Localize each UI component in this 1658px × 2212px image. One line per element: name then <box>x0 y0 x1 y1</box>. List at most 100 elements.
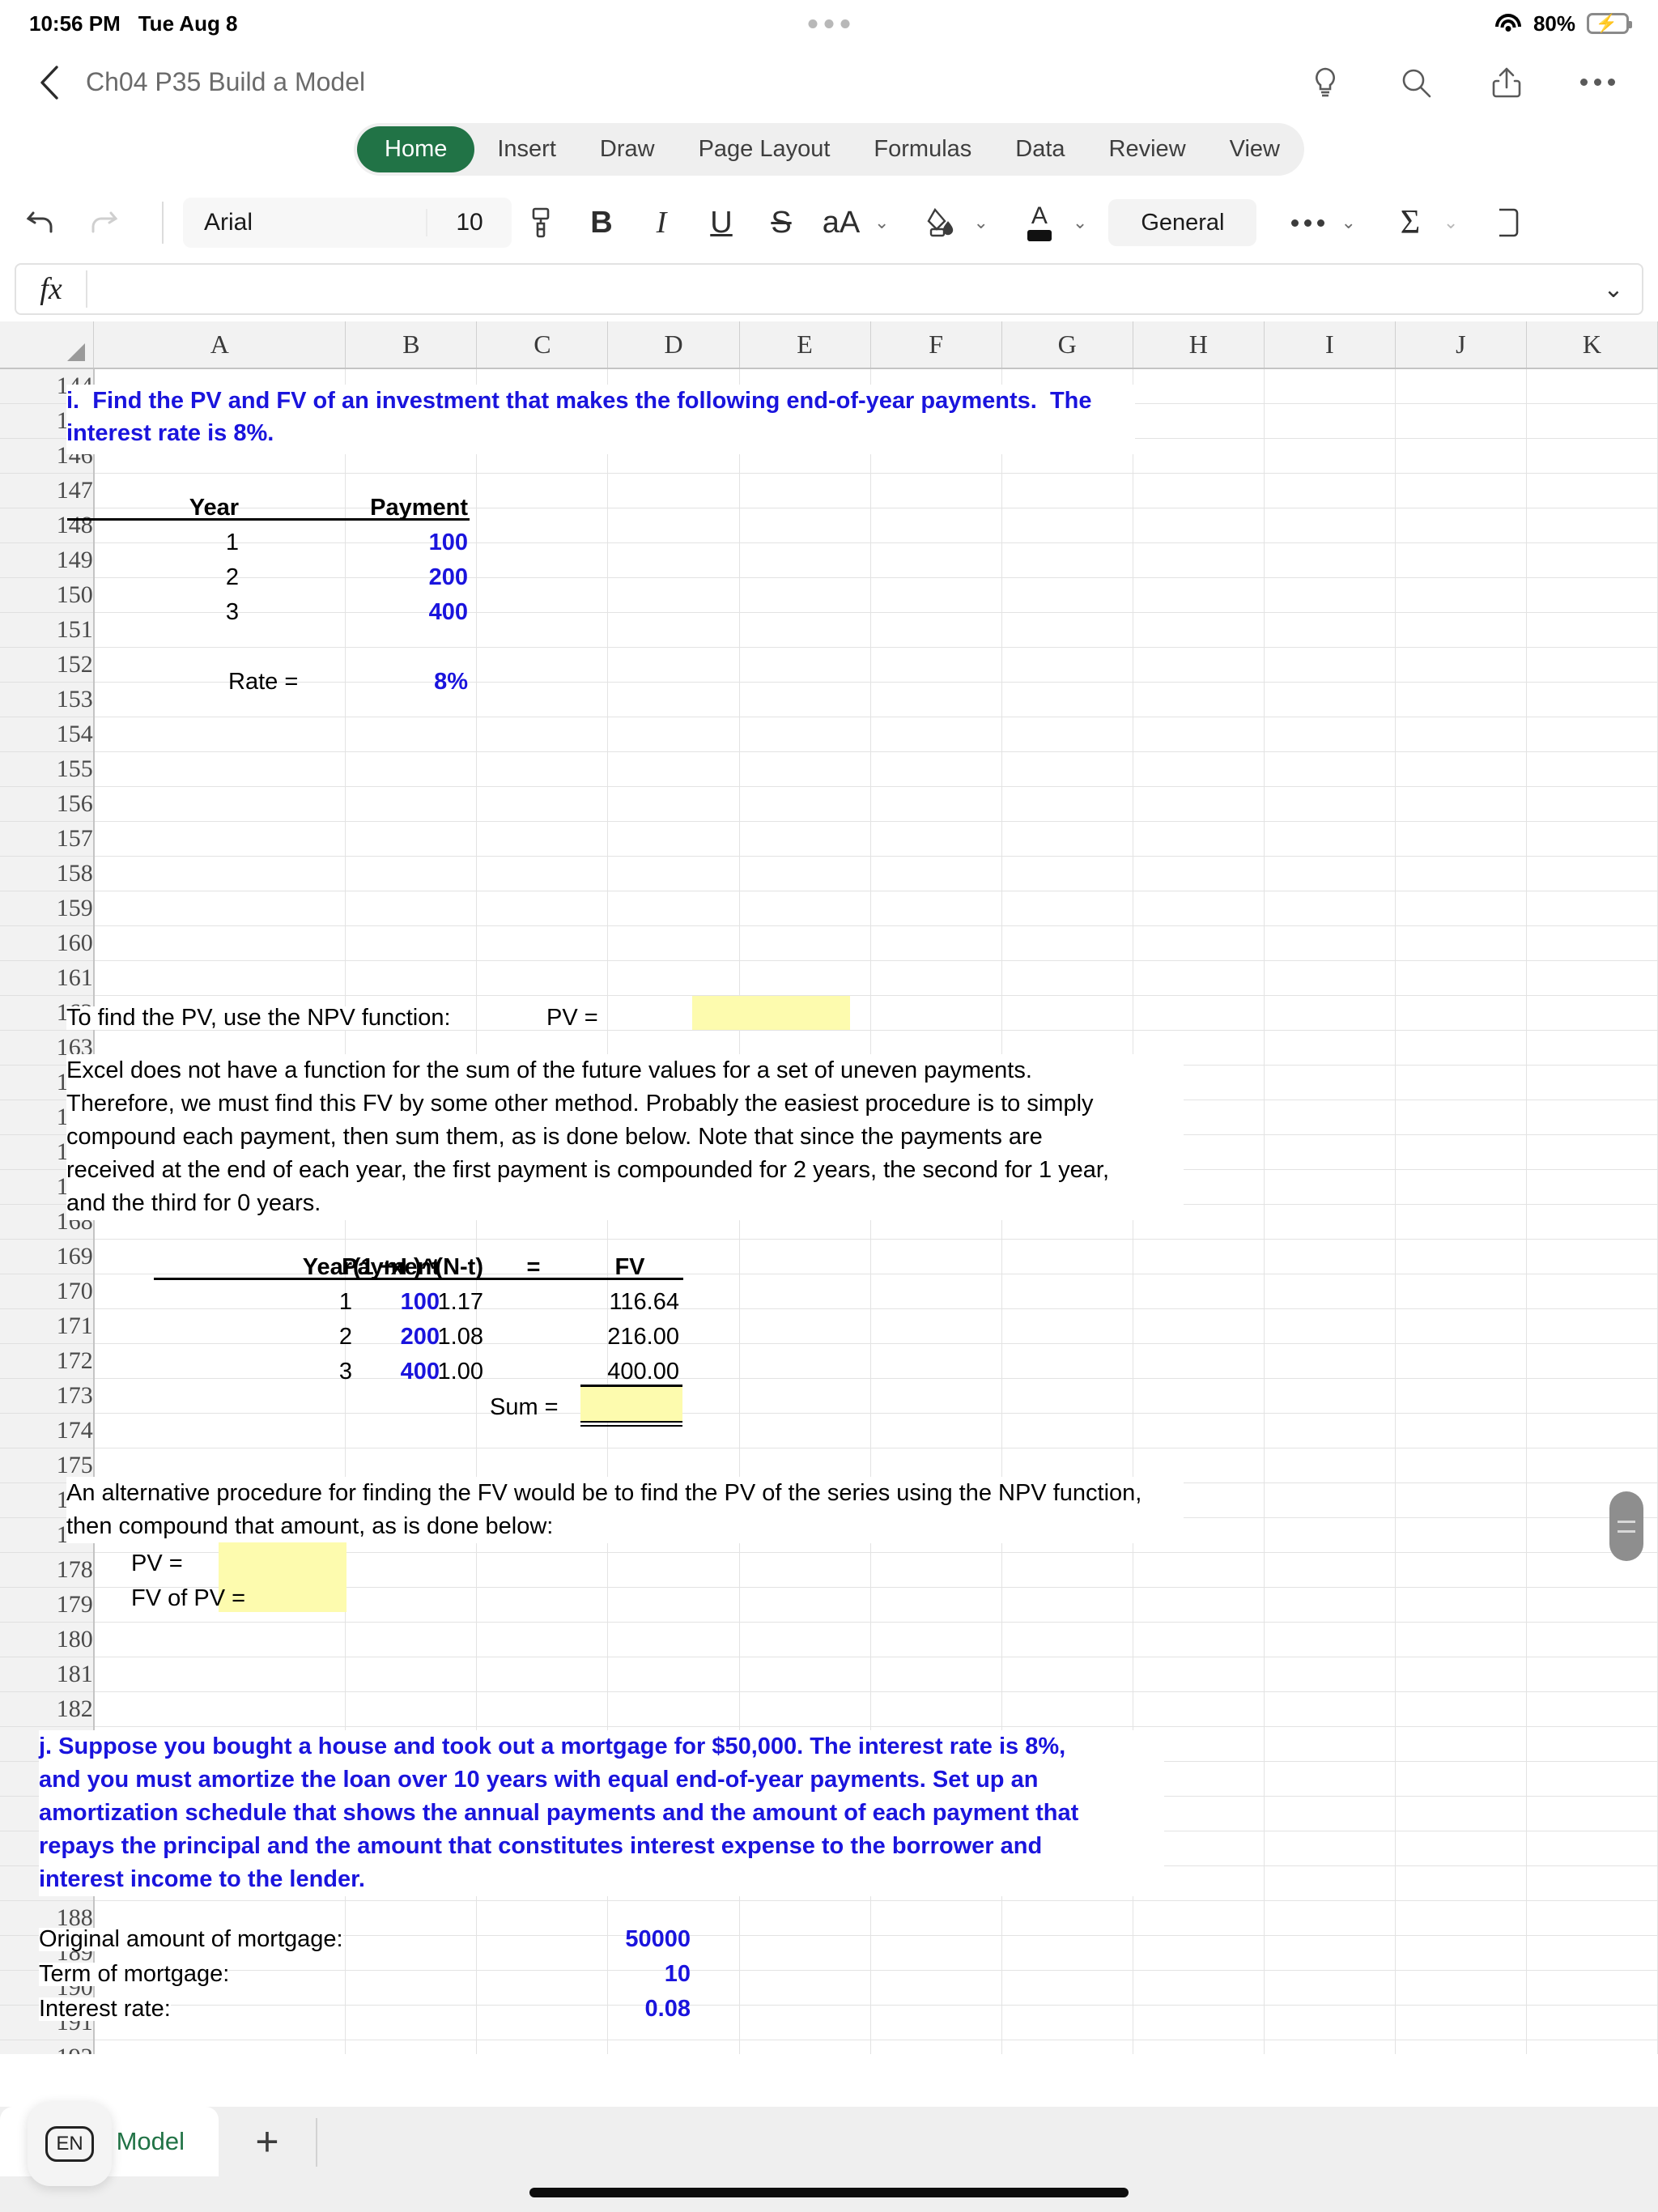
sheet-cell[interactable] <box>345 1691 478 1727</box>
sheet-cell[interactable] <box>1526 1726 1658 1762</box>
sheet-cell[interactable] <box>1526 1343 1658 1379</box>
more-formats-button[interactable]: ⌄ <box>1278 212 1356 233</box>
tab-view[interactable]: View <box>1209 126 1301 172</box>
select-all-corner[interactable] <box>0 321 95 369</box>
sheet-cell[interactable] <box>607 1622 740 1657</box>
strikethrough-button[interactable]: S <box>751 206 811 240</box>
sheet-cell[interactable] <box>1395 1865 1527 1901</box>
sheet-cell[interactable] <box>1526 473 1658 508</box>
sheet-cell[interactable] <box>1264 1065 1396 1100</box>
sheet-cell[interactable] <box>870 1413 1002 1448</box>
sheet-cell[interactable] <box>1133 1935 1265 1971</box>
sheet-cell[interactable] <box>1264 717 1396 752</box>
sheet-cell[interactable] <box>1395 1831 1527 1866</box>
sheet-cell[interactable] <box>1133 1552 1265 1588</box>
col-header-B[interactable]: B <box>345 321 478 369</box>
sheet-cell[interactable] <box>1001 891 1133 926</box>
sheet-cell[interactable] <box>739 1935 871 1971</box>
sheet-cell[interactable] <box>1001 1587 1133 1623</box>
sheet-cell[interactable] <box>1264 647 1396 683</box>
sheet-cell[interactable] <box>870 1552 1002 1588</box>
sheet-cell[interactable] <box>1001 1552 1133 1588</box>
sheet-cell[interactable] <box>1526 995 1658 1031</box>
row-header[interactable]: 161 <box>0 960 95 996</box>
undo-icon[interactable] <box>23 205 58 240</box>
sheet-cell[interactable] <box>1526 647 1658 683</box>
sheet-cell[interactable] <box>870 1691 1002 1727</box>
sheet-cell[interactable] <box>739 1308 871 1344</box>
sheet-cell[interactable] <box>607 1552 740 1588</box>
sheet-cell[interactable] <box>1264 856 1396 891</box>
sheet-cell[interactable] <box>345 2040 478 2054</box>
sheet-cell[interactable] <box>1395 1274 1527 1309</box>
sheet-cell[interactable] <box>607 960 740 996</box>
sheet-cell[interactable] <box>476 960 609 996</box>
sheet-cell[interactable] <box>1264 473 1396 508</box>
sheet-cell[interactable] <box>1264 1761 1396 1797</box>
sheet-cell[interactable] <box>1264 1517 1396 1553</box>
sheet-cell[interactable] <box>1264 1239 1396 1274</box>
search-icon[interactable] <box>1394 61 1438 104</box>
sheet-cell[interactable] <box>1133 786 1265 822</box>
col-header-K[interactable]: K <box>1526 321 1658 369</box>
row-header[interactable]: 173 <box>0 1378 95 1414</box>
sheet-cell[interactable] <box>476 925 609 961</box>
sheet-cell[interactable] <box>1133 821 1265 857</box>
sheet-cell[interactable] <box>1526 1169 1658 1205</box>
formula-bar[interactable]: fx ⌄ <box>15 263 1643 315</box>
sheet-cell[interactable] <box>1133 2040 1265 2054</box>
pv-input-cell-155[interactable] <box>692 996 850 1030</box>
sheet-cell[interactable] <box>870 1239 1002 1274</box>
sheet-cell[interactable] <box>1526 1587 1658 1623</box>
row-header[interactable]: 152 <box>0 647 95 683</box>
sheet-cell[interactable] <box>607 473 740 508</box>
sheet-cell[interactable] <box>739 682 871 717</box>
sheet-cell[interactable] <box>1395 1413 1527 1448</box>
sheet-cell[interactable] <box>739 1552 871 1588</box>
sheet-cell[interactable] <box>93 891 346 926</box>
sheet-cell[interactable] <box>93 786 346 822</box>
sheet-cell[interactable] <box>739 1622 871 1657</box>
sheet-cell[interactable] <box>1264 1482 1396 1518</box>
col-header-G[interactable]: G <box>1001 321 1133 369</box>
sheet-cell[interactable] <box>1264 542 1396 578</box>
sheet-cell[interactable] <box>1395 403 1527 439</box>
sheet-cell[interactable] <box>1133 438 1265 474</box>
sheet-cell[interactable] <box>1001 542 1133 578</box>
sheet-cell[interactable] <box>607 925 740 961</box>
sheet-cell[interactable] <box>870 2005 1002 2040</box>
sheet-cell[interactable] <box>870 891 1002 926</box>
row-header[interactable]: 156 <box>0 786 95 822</box>
sheet-cell[interactable] <box>1133 368 1265 404</box>
sheet-cell[interactable] <box>1264 1100 1396 1135</box>
sheet-cell[interactable] <box>739 960 871 996</box>
sheet-cell[interactable] <box>476 821 609 857</box>
sheet-cell[interactable] <box>1526 368 1658 404</box>
sheet-cell[interactable] <box>1133 856 1265 891</box>
sheet-cell[interactable] <box>1133 682 1265 717</box>
sheet-cell[interactable] <box>1264 1030 1396 1066</box>
sheet-cell[interactable] <box>1264 1865 1396 1901</box>
tab-insert[interactable]: Insert <box>476 126 577 172</box>
sheet-cell[interactable] <box>607 717 740 752</box>
row-header[interactable]: 170 <box>0 1274 95 1309</box>
sheet-cell[interactable] <box>870 2040 1002 2054</box>
sheet-cell[interactable] <box>476 647 609 683</box>
sheet-cell[interactable] <box>1133 647 1265 683</box>
sheet-cell[interactable] <box>1133 473 1265 508</box>
sheet-cell[interactable] <box>1526 856 1658 891</box>
sheet-cell[interactable] <box>1395 1343 1527 1379</box>
sheet-cell[interactable] <box>739 542 871 578</box>
col-header-C[interactable]: C <box>476 321 609 369</box>
alt-paragraph[interactable]: An alternative procedure for finding the… <box>66 1477 1184 1543</box>
sheet-cell[interactable] <box>476 1622 609 1657</box>
sheet-cell[interactable] <box>607 612 740 648</box>
sheet-cell[interactable] <box>1264 438 1396 474</box>
sheet-cell[interactable] <box>345 751 478 787</box>
sheet-cell[interactable] <box>1133 1691 1265 1727</box>
row-header[interactable]: 179 <box>0 1587 95 1623</box>
sheet-cell[interactable] <box>1264 1657 1396 1692</box>
row-header[interactable]: 169 <box>0 1239 95 1274</box>
sheet-cell[interactable] <box>1001 1935 1133 1971</box>
sheet-cell[interactable] <box>1001 1378 1133 1414</box>
